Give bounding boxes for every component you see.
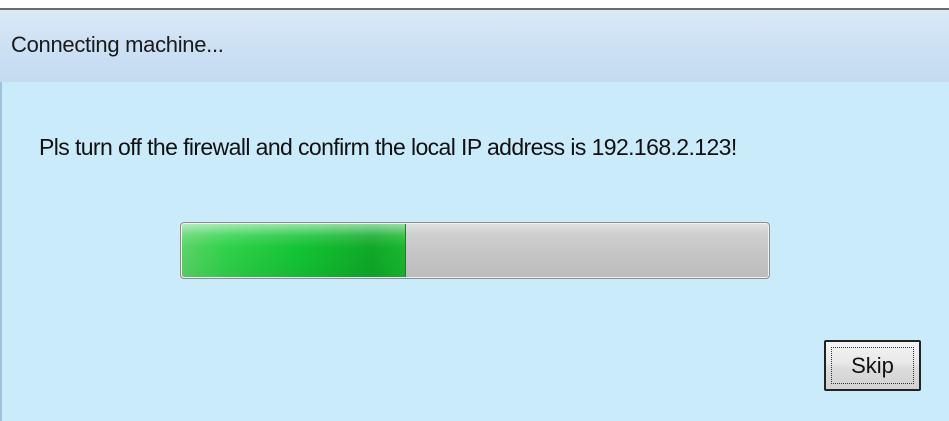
connection-progress-bar [180, 222, 770, 279]
progress-fill [182, 224, 406, 277]
connecting-dialog: Connecting machine... Pls turn off the f… [0, 0, 949, 421]
window-title: Connecting machine... [11, 32, 224, 57]
title-bar[interactable]: Connecting machine... [0, 10, 949, 82]
skip-button-label: Skip [851, 353, 894, 378]
status-message: Pls turn off the firewall and confirm th… [39, 134, 737, 160]
skip-button[interactable]: Skip [824, 340, 921, 391]
window-top-edge [0, 0, 949, 8]
dialog-content: Pls turn off the firewall and confirm th… [0, 82, 949, 421]
